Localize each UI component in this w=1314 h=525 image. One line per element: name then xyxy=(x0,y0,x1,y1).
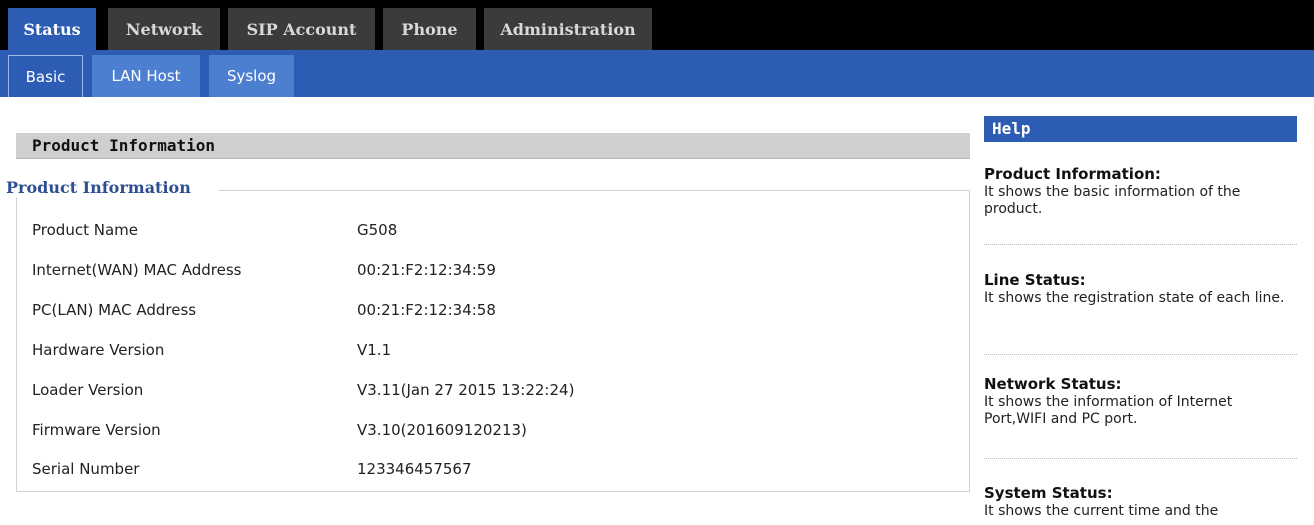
wan-mac-label: Internet(WAN) MAC Address xyxy=(32,261,242,279)
product-name-label: Product Name xyxy=(32,221,138,239)
hardware-version-label: Hardware Version xyxy=(32,341,165,359)
firmware-version-value: V3.10(201609120213) xyxy=(357,421,527,439)
wan-mac-value: 00:21:F2:12:34:59 xyxy=(357,261,496,279)
subtab-basic[interactable]: Basic xyxy=(8,55,83,97)
serial-number-value: 123346457567 xyxy=(357,460,472,478)
help-item: Network Status: It shows the information… xyxy=(984,374,1297,428)
help-divider xyxy=(984,354,1297,355)
serial-number-label: Serial Number xyxy=(32,460,140,478)
help-heading: Line Status: xyxy=(984,271,1086,289)
subtab-lan-host[interactable]: LAN Host xyxy=(92,55,200,97)
loader-version-value: V3.11(Jan 27 2015 13:22:24) xyxy=(357,381,575,399)
help-heading: Product Information: xyxy=(984,165,1161,183)
help-divider xyxy=(984,458,1297,459)
help-heading: System Status: xyxy=(984,484,1113,502)
hardware-version-value: V1.1 xyxy=(357,341,392,359)
tab-status[interactable]: Status xyxy=(8,8,96,50)
tab-administration[interactable]: Administration xyxy=(484,8,652,50)
help-item: Product Information: It shows the basic … xyxy=(984,164,1297,218)
help-divider xyxy=(984,244,1297,245)
subtab-syslog[interactable]: Syslog xyxy=(209,55,294,97)
tab-network[interactable]: Network xyxy=(108,8,220,50)
help-item: Line Status: It shows the registration s… xyxy=(984,270,1297,307)
sub-nav-bar: Basic LAN Host Syslog xyxy=(0,50,1314,97)
section-title: Product Information xyxy=(16,133,970,159)
tab-phone[interactable]: Phone xyxy=(383,8,476,50)
lan-mac-label: PC(LAN) MAC Address xyxy=(32,301,197,319)
group-legend: Product Information xyxy=(6,178,219,197)
help-heading: Network Status: xyxy=(984,375,1122,393)
main-nav-bar: Status Network SIP Account Phone Adminis… xyxy=(0,0,1314,50)
tab-sip-account[interactable]: SIP Account xyxy=(228,8,375,50)
loader-version-label: Loader Version xyxy=(32,381,144,399)
help-text: It shows the registration state of each … xyxy=(984,290,1285,306)
firmware-version-label: Firmware Version xyxy=(32,421,161,439)
help-text: It shows the information of Internet Por… xyxy=(984,394,1233,427)
product-name-value: G508 xyxy=(357,221,398,239)
help-item: System Status: It shows the current time… xyxy=(984,483,1297,520)
help-text: It shows the basic information of the pr… xyxy=(984,184,1241,217)
help-text: It shows the current time and the xyxy=(984,503,1219,519)
help-title: Help xyxy=(984,116,1297,142)
lan-mac-value: 00:21:F2:12:34:58 xyxy=(357,301,496,319)
